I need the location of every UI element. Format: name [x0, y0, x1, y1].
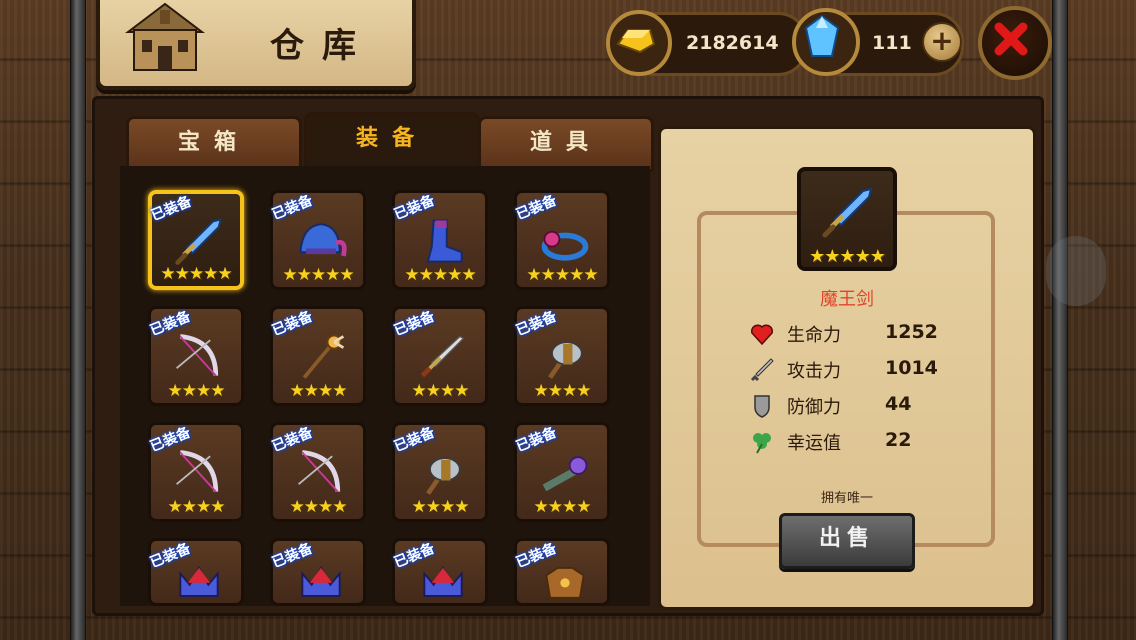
dagger-icon — [420, 335, 465, 378]
inventory-slot[interactable]: 已装备 ★★★★ — [514, 422, 610, 522]
item-stars: ★★★★ — [289, 381, 348, 401]
item-name: 魔王剑 — [820, 289, 874, 310]
inventory-slot[interactable]: 已装备 ★★★★★ — [148, 190, 244, 290]
detail-item-slot: ★★★★★ — [797, 167, 897, 271]
add-diamonds-button[interactable]: + — [922, 22, 962, 62]
tab-chests[interactable]: 宝箱 — [126, 116, 302, 172]
cannon-icon — [542, 456, 588, 492]
diamond-amount: 111 — [872, 32, 912, 54]
stat-label: 防御力 — [787, 397, 841, 418]
inventory-slot[interactable]: 已装备 ★★★★★ — [514, 190, 610, 290]
gold-bar-icon — [606, 10, 672, 76]
inventory-slot[interactable]: 已装备 — [514, 538, 610, 606]
warehouse-icon — [125, 2, 205, 71]
inventory-slot[interactable]: 已装备 — [270, 538, 366, 606]
clover-icon — [753, 433, 771, 454]
item-detail-panel: ★★★★★ 魔王剑 生命力 1252 攻击力 1014 防御力 44 幸运值 2… — [658, 126, 1036, 610]
item-stars: ★★★★★ — [160, 264, 232, 284]
stat-value: 1014 — [885, 357, 938, 379]
item-stars: ★★★★★ — [282, 265, 354, 285]
bow-icon — [176, 334, 219, 377]
title-card: 仓库 — [96, 0, 416, 90]
detail-stars: ★★★★★ — [809, 246, 886, 267]
inventory-slot[interactable]: 已装备 ★★★★★ — [270, 190, 366, 290]
inventory-slot[interactable]: 已装备 ★★★★ — [148, 306, 244, 406]
stat-value: 1252 — [885, 321, 938, 343]
inventory-slot[interactable]: 已装备 ★★★★ — [270, 422, 366, 522]
stat-value: 22 — [885, 429, 912, 451]
page-title: 仓库 — [270, 26, 374, 66]
inventory-slot[interactable]: 已装备 — [148, 538, 244, 606]
left-rail — [70, 0, 86, 640]
heart-icon — [750, 324, 774, 346]
stat-label: 生命力 — [787, 325, 841, 346]
boots-icon — [426, 219, 463, 263]
bow-icon — [298, 450, 341, 493]
item-stars: ★★★★ — [533, 381, 592, 401]
right-rail — [1052, 0, 1068, 640]
helmet-icon — [299, 223, 347, 257]
axe-icon — [548, 341, 583, 379]
sword-icon — [175, 218, 222, 265]
stat-label: 攻击力 — [787, 361, 841, 382]
item-stars: ★★★★★ — [526, 265, 598, 285]
inventory-slot[interactable]: 已装备 ★★★★ — [392, 306, 488, 406]
staff-icon — [302, 334, 345, 379]
item-stars: ★★★★ — [167, 381, 226, 401]
stat-value: 44 — [885, 393, 912, 415]
bow-icon — [176, 450, 219, 493]
floating-assistive-button[interactable] — [1046, 236, 1106, 306]
close-button[interactable] — [978, 6, 1052, 80]
unique-note: 拥有唯一 — [820, 491, 873, 506]
sword-stat-icon — [750, 358, 774, 382]
inventory-slot[interactable]: 已装备 — [392, 538, 488, 606]
item-stars: ★★★★ — [411, 381, 470, 401]
ring-icon — [541, 230, 589, 261]
shield-icon — [754, 395, 770, 418]
inventory-slot[interactable]: 已装备 ★★★★ — [148, 422, 244, 522]
inventory-slot[interactable]: 已装备 ★★★★ — [270, 306, 366, 406]
item-stars: ★★★★ — [289, 497, 348, 517]
stat-label: 幸运值 — [787, 433, 841, 454]
item-stars: ★★★★★ — [404, 265, 476, 285]
axe-icon — [426, 457, 461, 495]
inventory-slot[interactable]: 已装备 ★★★★ — [514, 306, 610, 406]
item-stars: ★★★★ — [167, 497, 226, 517]
item-stars: ★★★★ — [411, 497, 470, 517]
item-stars: ★★★★ — [533, 497, 592, 517]
inventory-slot[interactable]: 已装备 ★★★★ — [392, 422, 488, 522]
inventory-slot[interactable]: 已装备 ★★★★★ — [392, 190, 488, 290]
sell-button[interactable]: 出售 — [779, 513, 915, 569]
sword-icon — [822, 187, 873, 238]
close-icon — [994, 22, 1028, 56]
gold-amount: 2182614 — [686, 32, 779, 54]
diamond-icon — [792, 8, 860, 76]
tab-items[interactable]: 道具 — [478, 116, 654, 172]
